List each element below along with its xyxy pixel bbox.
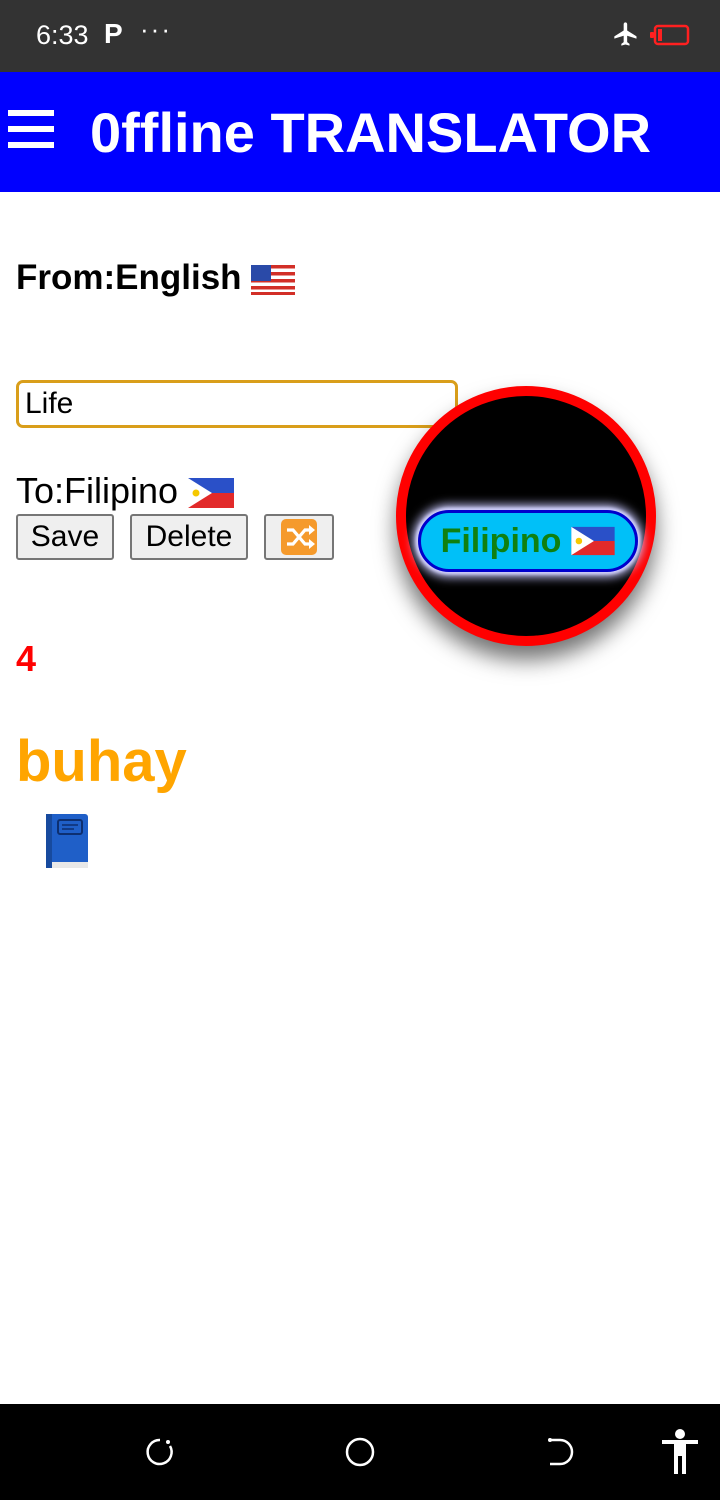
translation-result: buhay (16, 729, 187, 794)
shuffle-icon (281, 519, 317, 555)
shuffle-button[interactable] (264, 514, 334, 560)
to-language-label: To:Filipino (16, 470, 235, 512)
save-button-label: Save (30, 520, 100, 553)
airplane-icon (614, 22, 637, 46)
language-select-label: Filipino (440, 521, 562, 560)
parking-notification-icon: P (104, 18, 123, 49)
more-notifications-icon: ··· (140, 14, 172, 44)
delete-button[interactable]: Delete (130, 514, 248, 560)
accessibility-icon[interactable] (660, 1428, 700, 1474)
result-count: 4 (16, 638, 37, 679)
delete-button-label: Delete (145, 520, 233, 553)
home-icon[interactable] (343, 1435, 377, 1469)
back-icon[interactable] (544, 1436, 576, 1468)
from-language-text: From:English (16, 258, 242, 297)
save-button[interactable]: Save (16, 514, 114, 560)
language-select-button[interactable]: Filipino (418, 510, 638, 572)
blue-book-icon[interactable] (44, 812, 90, 870)
app-title: 0ffline TRANSLATOR (90, 101, 652, 164)
status-bar: 6:33 P ··· (0, 0, 720, 72)
to-language-text: To:Filipino (16, 470, 179, 511)
from-language-label: From:English (16, 258, 296, 298)
philippines-flag-icon (571, 526, 616, 556)
recents-icon[interactable] (144, 1436, 176, 1468)
philippines-flag-icon (188, 478, 235, 509)
word-input[interactable] (16, 380, 458, 428)
status-time: 6:33 (36, 20, 89, 50)
system-nav-bar (0, 1404, 720, 1500)
battery-icon (650, 24, 690, 46)
us-flag-icon (251, 264, 296, 295)
hamburger-menu-icon[interactable] (8, 106, 54, 152)
